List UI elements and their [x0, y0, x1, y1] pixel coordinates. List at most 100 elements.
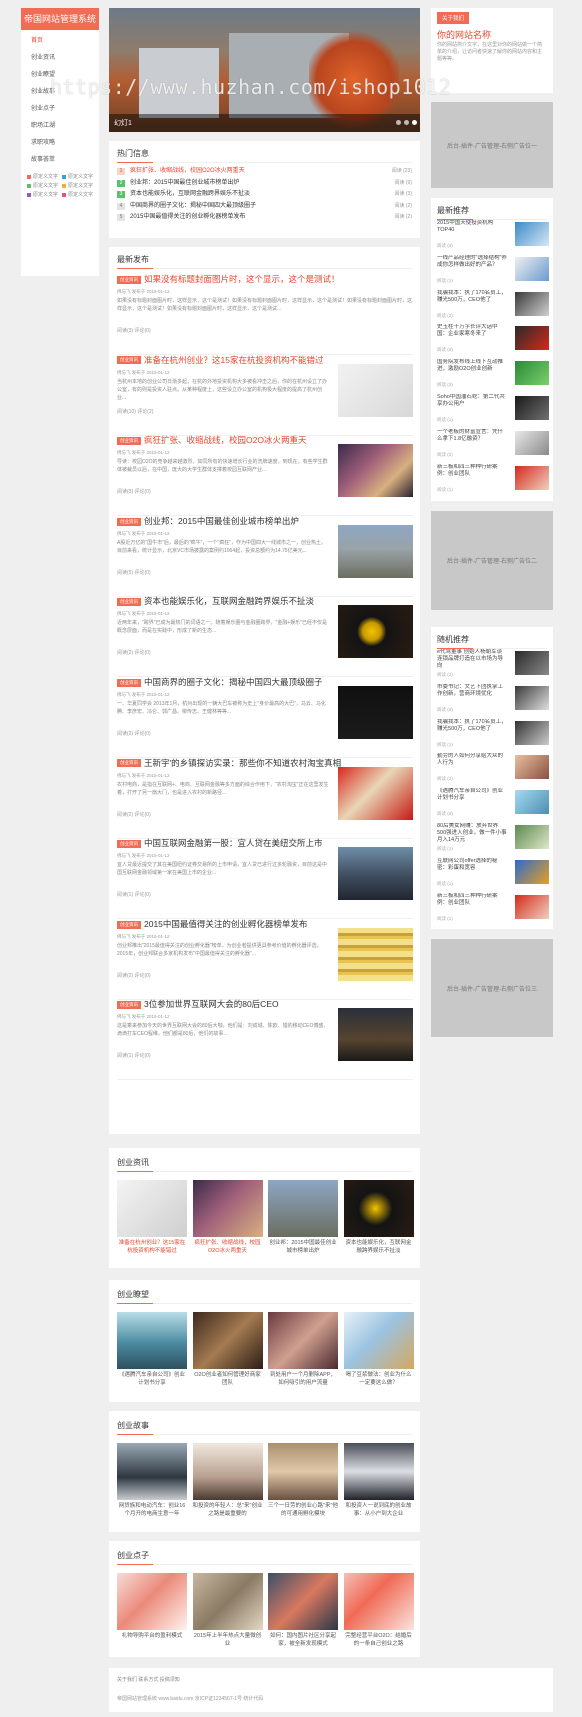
gallery-item[interactable]: 疯狂扩张、收缩战线，校园O2O冰火两重天: [192, 1180, 263, 1255]
gallery-caption[interactable]: 准备在杭州创业？这15家在杭投资机构不能错过: [117, 1239, 187, 1255]
gallery-item[interactable]: O2O创业者如何管理好商家团队: [192, 1312, 263, 1387]
nav-item-stories[interactable]: 故事荟萃: [21, 152, 99, 169]
gallery-image[interactable]: [343, 1573, 414, 1630]
gallery-caption[interactable]: 和投资的年轻人：总"来"创业之路是最重要的: [193, 1502, 263, 1518]
site-brand[interactable]: 帝国网站管理系统: [21, 8, 99, 30]
gallery-item[interactable]: 资本也能娱乐化，互联网金融跨界娱乐不扯淡: [343, 1180, 414, 1255]
article-item[interactable]: 创业资讯 创业邦：2015中国最佳创业城市榜单出炉 佛与飞 发布于 2015-01-…: [117, 511, 413, 597]
tag-link[interactable]: 原定义文字: [62, 173, 95, 180]
recommend-thumbnail[interactable]: [515, 396, 549, 420]
gallery-caption[interactable]: 礼物导购平台的盈利模式: [117, 1632, 187, 1640]
gallery-item[interactable]: 如何：国内图片社区分享起家，被全新发现模式: [268, 1573, 338, 1648]
gallery-caption[interactable]: 创业邦：2015中国最佳创业城市榜单出炉: [268, 1239, 338, 1255]
recommend-item[interactable]: 史玉柱十万字长评大话中国：企业家寒冬来了 阅读 (2): [437, 324, 549, 354]
gallery-caption[interactable]: 喝了豆浆做法：创业为什么一定要这么做？: [344, 1371, 414, 1387]
footer-links[interactable]: 关于我们 联系方式 投稿须知: [117, 1676, 180, 1683]
gallery-image[interactable]: [192, 1312, 263, 1369]
recommend-text[interactable]: 一个老板的财富宣言：凭什么拿下1.8亿融资？: [437, 429, 507, 451]
article-title-text[interactable]: 疯狂扩张、收缩战线，校园O2O冰火两重天: [144, 435, 306, 445]
recommend-thumbnail[interactable]: [515, 291, 549, 316]
hot-item[interactable]: 5 2015中国最值得关注的创业孵化器榜单发布 阅读 (2): [117, 212, 412, 224]
recommend-thumbnail[interactable]: [515, 755, 549, 780]
gallery-item[interactable]: 三个一日劳的创业心路"来"他的可通用孵化模块: [268, 1443, 338, 1518]
recommend-thumbnail[interactable]: [515, 859, 549, 884]
recommend-item[interactable]: 勤劳的人如何分享给大众的人行为 阅读 (2): [437, 753, 549, 783]
article-title[interactable]: 创业资讯 创业邦：2015中国最佳创业城市榜单出炉: [117, 515, 299, 527]
article-title[interactable]: 创业资讯 疯狂扩张、收缩战线，校园O2O冰火两重天: [117, 434, 306, 446]
gallery-item[interactable]: 《遇腾汽车亲自公司》创业计划书分享: [117, 1312, 187, 1387]
category-tag[interactable]: 创业资讯: [117, 598, 141, 607]
gallery-image[interactable]: [117, 1312, 187, 1369]
gallery-caption[interactable]: 到处用户一个月删除APP，如何吸引的用户流量: [268, 1371, 338, 1387]
recommend-thumbnail[interactable]: [515, 326, 549, 351]
nav-item-news[interactable]: 创业资讯: [21, 50, 99, 67]
article-title-text[interactable]: 准备在杭州创业？这15家在杭投资机构不能错过: [144, 355, 323, 365]
recommend-text[interactable]: 勤劳的人如何分享给大众的人行为: [437, 753, 507, 775]
slide-dot[interactable]: [404, 120, 409, 125]
article-title-text[interactable]: 如果没有标题封面图片时，这个显示，这个是测试！: [144, 274, 340, 284]
article-item[interactable]: 创业资讯 如果没有标题封面图片时，这个显示，这个是测试！ 佛与飞 发布于 2015-…: [117, 269, 413, 355]
recommend-text[interactable]: 史玉柱十万字长评大话中国：企业家寒冬来了: [437, 324, 507, 346]
article-title-text[interactable]: 2015中国最值得关注的创业孵化器榜单发布: [144, 919, 307, 929]
article-title[interactable]: 创业资讯 王新宇'的乡镇探访实录：那些你不知道农村淘宝真相: [117, 757, 341, 769]
gallery-image[interactable]: [268, 1573, 338, 1630]
nav-item-workplace[interactable]: 职场江湖: [21, 118, 99, 135]
article-title-text[interactable]: 3位参加世界互联网大会的80后CEO: [144, 999, 279, 1009]
gallery-item[interactable]: 礼物导购平台的盈利模式: [117, 1573, 187, 1640]
gallery-image[interactable]: [117, 1443, 187, 1500]
recommend-text[interactable]: 国务院发布线上线下互动推进，激励O2O创业创新: [437, 359, 507, 381]
article-item[interactable]: 创业资讯 中国商界的圈子文化：揭秘中国四大最顶级圈子 佛与飞 发布于 2015-01…: [117, 672, 413, 758]
article-title[interactable]: 创业资讯 中国商界的圈子文化：揭秘中国四大最顶级圈子: [117, 676, 323, 688]
gallery-caption[interactable]: 《遇腾汽车亲自公司》创业计划书分享: [117, 1371, 187, 1387]
gallery-caption[interactable]: 网贷族和电动汽车：创业16个月开的电商生意一年: [117, 1502, 187, 1518]
article-title[interactable]: 创业资讯 如果没有标题封面图片时，这个显示，这个是测试！: [117, 273, 340, 285]
category-tag[interactable]: 创业资讯: [117, 275, 141, 284]
about-button[interactable]: 关于我们: [437, 12, 470, 24]
recommend-thumbnail[interactable]: [515, 222, 549, 246]
article-item[interactable]: 创业资讯 王新宇'的乡镇探访实录：那些你不知道农村淘宝真相 佛与飞 发布于 2015…: [117, 753, 413, 839]
gallery-item[interactable]: 创业邦：2015中国最佳创业城市榜单出炉: [268, 1180, 338, 1255]
ad-slot-2[interactable]: 后台-插件-广告管理-右侧广告位二: [431, 511, 553, 610]
recommend-text[interactable]: 新三板和四三种种行研案例：创业团队: [437, 893, 507, 915]
gallery-caption[interactable]: 和投资人一说到底的创业故事：从小户到大企业: [344, 1502, 414, 1518]
category-tag[interactable]: 创业资讯: [117, 678, 141, 687]
recommend-item[interactable]: Soho中国潘石屹：第二代共享办公用户 阅读 (1): [437, 394, 549, 424]
article-title[interactable]: 创业资讯 2015中国最值得关注的创业孵化器榜单发布: [117, 918, 307, 930]
gallery-item[interactable]: 2015年上半年热点大量微创业: [192, 1573, 263, 1648]
recommend-item[interactable]: 互联网公司offer选择的秘密：彩蛋和宽容 阅读 (1): [437, 858, 549, 888]
gallery-image[interactable]: [192, 1573, 263, 1630]
hot-item[interactable]: 1 疯狂扩张、收缩战线，校园O2O冰火两重天 阅读 (23): [117, 166, 412, 178]
article-title-text[interactable]: 中国互联网金融第一股：宜人贷在美纽交所上市: [144, 838, 323, 848]
recommend-item[interactable]: 一线产品经理的"选择结构"养成你怎样做出好的产品？ 阅读 (1): [437, 255, 549, 285]
recommend-item[interactable]: 我骗我本：执了170名员工，赚光500万，CEO他了 阅读 (2): [437, 290, 549, 320]
article-item[interactable]: 创业资讯 2015中国最值得关注的创业孵化器榜单发布 佛与飞 发布于 2015-01…: [117, 914, 413, 1000]
tag-link[interactable]: 原定义文字: [62, 191, 95, 198]
recommend-text[interactable]: 新三板和四三种种行研案例：创业团队: [437, 464, 507, 486]
recommend-text[interactable]: 《遇腾汽车亲自公司》创业计划书分享: [437, 788, 507, 810]
category-tag[interactable]: 创业资讯: [117, 759, 141, 768]
gallery-image[interactable]: [343, 1443, 414, 1500]
article-item[interactable]: 创业资讯 中国互联网金融第一股：宜人贷在美纽交所上市 佛与飞 发布于 2015-01…: [117, 833, 413, 920]
gallery-item[interactable]: 喝了豆浆做法：创业为什么一定要这么做？: [343, 1312, 414, 1387]
category-tag[interactable]: 创业资讯: [117, 839, 141, 848]
gallery-caption[interactable]: 2015年上半年热点大量微创业: [193, 1632, 263, 1648]
article-title[interactable]: 创业资讯 3位参加世界互联网大会的80后CEO: [117, 998, 279, 1010]
recommend-text[interactable]: e代驾董事 创始人杨朝军谈连锁品牌打造在以市场为导向: [437, 649, 507, 671]
recommend-thumbnail[interactable]: [515, 430, 549, 455]
recommend-thumbnail[interactable]: [515, 685, 549, 710]
recommend-item[interactable]: 国务院发布线上线下互动推进，激励O2O创业创新 阅读 (3): [437, 359, 549, 389]
article-title[interactable]: 创业资讯 准备在杭州创业？这15家在杭投资机构不能错过: [117, 354, 323, 366]
recommend-item[interactable]: 2015中国天使投资机构TOP40 阅读 (3): [437, 220, 549, 250]
gallery-image[interactable]: [268, 1443, 338, 1500]
hot-item[interactable]: 2 创业邦：2015中国最佳创业城市榜单出炉 阅读 (9): [117, 178, 412, 190]
nav-item-idea[interactable]: 创业点子: [21, 101, 99, 118]
article-thumbnail[interactable]: [338, 927, 413, 981]
recommend-text[interactable]: 一线产品经理的"选择结构"养成你怎样做出好的产品？: [437, 255, 507, 277]
recommend-thumbnail[interactable]: [515, 465, 549, 490]
article-item[interactable]: 创业资讯 准备在杭州创业？这15家在杭投资机构不能错过 佛与飞 发布于 2015-0…: [117, 350, 413, 436]
article-title-text[interactable]: 中国商界的圈子文化：揭秘中国四大最顶级圈子: [144, 677, 323, 687]
recommend-item[interactable]: e代驾董事 创始人杨朝军谈连锁品牌打造在以市场为导向 阅读 (2): [437, 649, 549, 679]
tag-link[interactable]: 原定义文字: [62, 182, 95, 189]
article-item[interactable]: 创业资讯 资本也能娱乐化，互联网金融跨界娱乐不扯淡 佛与飞 发布于 2015-01-…: [117, 591, 413, 678]
ad-slot-1[interactable]: 后台-插件-广告管理-右侧广告位一: [431, 102, 553, 188]
